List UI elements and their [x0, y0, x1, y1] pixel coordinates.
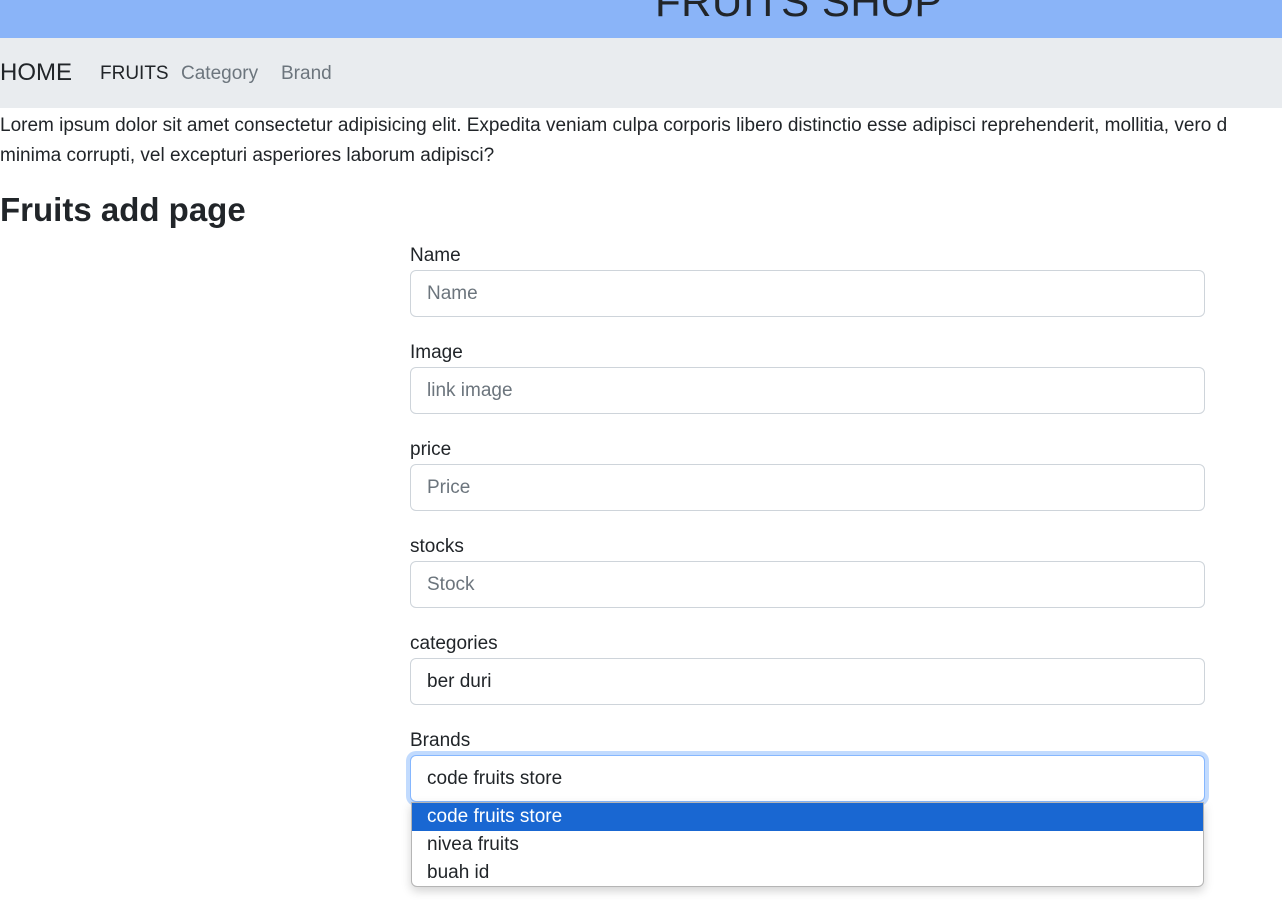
categories-select[interactable]: ber duri: [410, 658, 1205, 705]
top-banner: FRUITS SHOP: [0, 0, 1282, 38]
brands-select[interactable]: code fruits store: [410, 755, 1205, 802]
stocks-input[interactable]: [410, 561, 1205, 608]
image-input[interactable]: [410, 367, 1205, 414]
brands-option-buah-id[interactable]: buah id: [412, 859, 1203, 886]
intro-line-1: Lorem ipsum dolor sit amet consectetur a…: [0, 115, 1228, 136]
price-input[interactable]: [410, 464, 1205, 511]
price-label: price: [410, 439, 452, 460]
categories-label: categories: [410, 633, 498, 654]
intro-paragraph: Lorem ipsum dolor sit amet consectetur a…: [0, 111, 1282, 171]
name-label: Name: [410, 245, 461, 266]
brands-option-nivea-fruits[interactable]: nivea fruits: [412, 831, 1203, 859]
navbar: HOME FRUITS Category Brand: [0, 38, 1282, 108]
image-label: Image: [410, 342, 463, 363]
page: FRUITS SHOP HOME FRUITS Category Brand L…: [0, 0, 1282, 900]
intro-line-2: minima corrupti, vel excepturi asperiore…: [0, 145, 495, 166]
nav-link-brand[interactable]: Brand: [281, 63, 332, 85]
brands-label: Brands: [410, 730, 471, 751]
brands-dropdown-list: code fruits store nivea fruits buah id: [411, 802, 1204, 887]
page-heading: Fruits add page: [0, 191, 246, 228]
brands-option-code-fruits-store[interactable]: code fruits store: [412, 803, 1203, 831]
nav-link-fruits[interactable]: FRUITS: [100, 63, 169, 85]
nav-link-category[interactable]: Category: [181, 63, 258, 85]
shop-title: FRUITS SHOP: [655, 0, 943, 25]
nav-home-link[interactable]: HOME: [0, 59, 72, 87]
name-input[interactable]: [410, 270, 1205, 317]
stocks-label: stocks: [410, 536, 464, 557]
